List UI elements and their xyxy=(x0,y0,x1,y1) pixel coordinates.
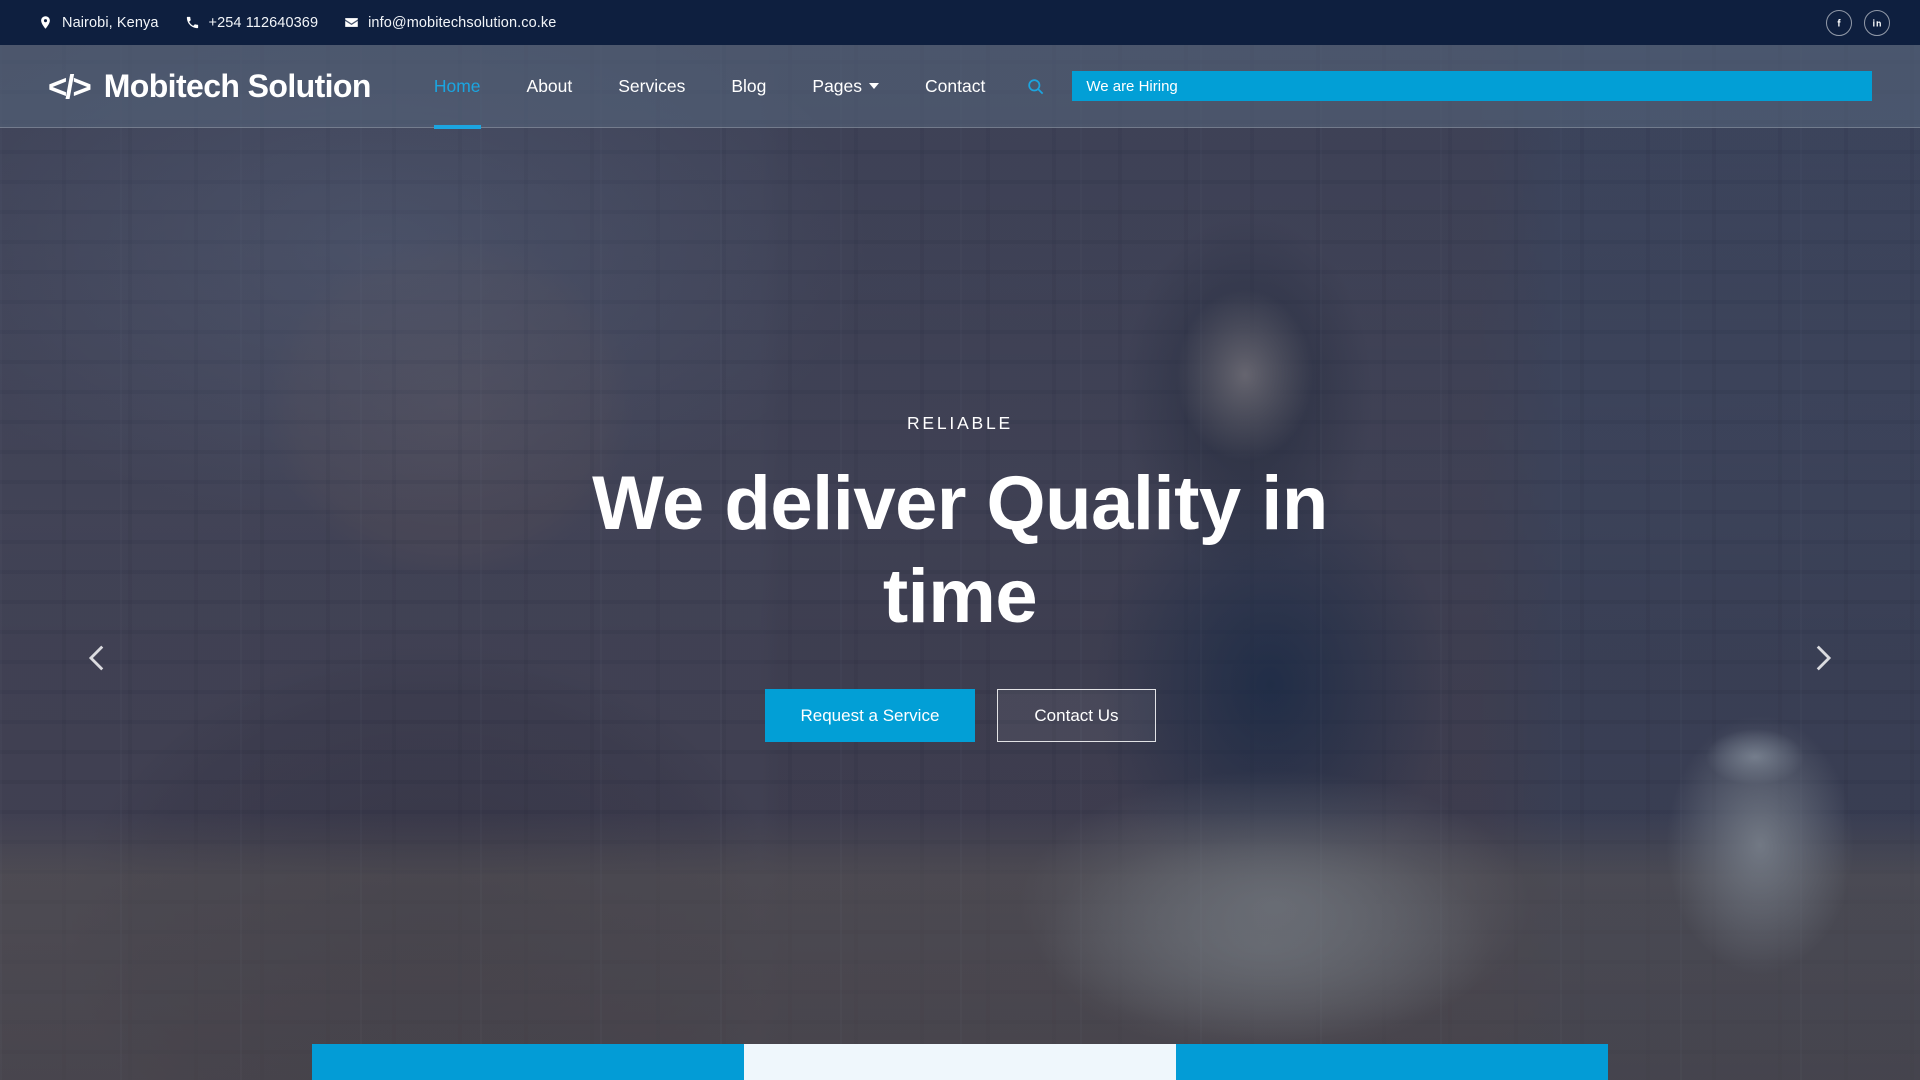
hero-content: RELIABLE We deliver Quality in time Requ… xyxy=(0,128,1920,1080)
nav-item-about-label: About xyxy=(526,75,573,96)
top-contact-bar: Nairobi, Kenya +254 112640369 info@mobit… xyxy=(0,0,1920,45)
feature-card-2[interactable] xyxy=(744,1044,1176,1080)
topbar-location[interactable]: Nairobi, Kenya xyxy=(38,15,159,31)
hiring-announcement-bar[interactable]: We are Hiring xyxy=(1072,71,1872,101)
search-icon[interactable] xyxy=(1020,71,1050,101)
chevron-down-icon xyxy=(869,83,880,89)
facebook-icon[interactable] xyxy=(1826,9,1852,36)
feature-cards-row xyxy=(312,1044,1608,1080)
hero-headline: We deliver Quality in time xyxy=(592,461,1328,639)
topbar-social-group xyxy=(1826,9,1890,36)
hero-cta-group: Request a Service Contact Us xyxy=(764,689,1156,743)
site-logo[interactable]: </> Mobitech Solution xyxy=(48,68,371,105)
main-navigation: Home About Services Blog Pages Contact xyxy=(411,45,1009,129)
nav-item-services[interactable]: Services xyxy=(595,45,708,128)
nav-item-home[interactable]: Home xyxy=(411,45,504,129)
hero-section: </> Mobitech Solution Home About Service… xyxy=(0,45,1920,1080)
nav-item-about[interactable]: About xyxy=(504,45,596,128)
site-logo-text: Mobitech Solution xyxy=(103,67,372,104)
phone-icon xyxy=(185,15,200,30)
nav-item-blog-label: Blog xyxy=(731,75,767,96)
chevron-left-icon[interactable] xyxy=(70,630,126,686)
nav-item-pages-label: Pages xyxy=(812,75,863,96)
topbar-email-text: info@mobitechsolution.co.ke xyxy=(368,14,557,31)
chevron-right-icon[interactable] xyxy=(1794,630,1850,686)
hero-eyebrow: RELIABLE xyxy=(906,413,1014,433)
contact-us-button[interactable]: Contact Us xyxy=(997,689,1156,743)
code-brackets-icon: </> xyxy=(48,67,92,105)
nav-item-blog[interactable]: Blog xyxy=(708,45,789,128)
topbar-contact-group: Nairobi, Kenya +254 112640369 info@mobit… xyxy=(38,15,556,31)
map-pin-icon xyxy=(38,15,53,30)
nav-item-contact[interactable]: Contact xyxy=(902,45,1008,128)
nav-item-services-label: Services xyxy=(618,75,686,96)
nav-item-home-label: Home xyxy=(433,75,481,96)
nav-item-pages[interactable]: Pages xyxy=(789,45,902,128)
topbar-phone[interactable]: +254 112640369 xyxy=(185,15,319,31)
feature-card-1[interactable] xyxy=(312,1044,744,1080)
site-header: </> Mobitech Solution Home About Service… xyxy=(0,45,1920,129)
topbar-email[interactable]: info@mobitechsolution.co.ke xyxy=(344,15,556,31)
nav-item-contact-label: Contact xyxy=(925,75,986,96)
linkedin-icon[interactable] xyxy=(1864,9,1890,36)
feature-card-3[interactable] xyxy=(1176,1044,1608,1080)
topbar-location-text: Nairobi, Kenya xyxy=(62,14,159,31)
topbar-phone-text: +254 112640369 xyxy=(208,14,319,31)
envelope-icon xyxy=(344,15,359,30)
hiring-announcement-text: We are Hiring xyxy=(1086,77,1178,95)
request-service-button[interactable]: Request a Service xyxy=(764,689,976,743)
